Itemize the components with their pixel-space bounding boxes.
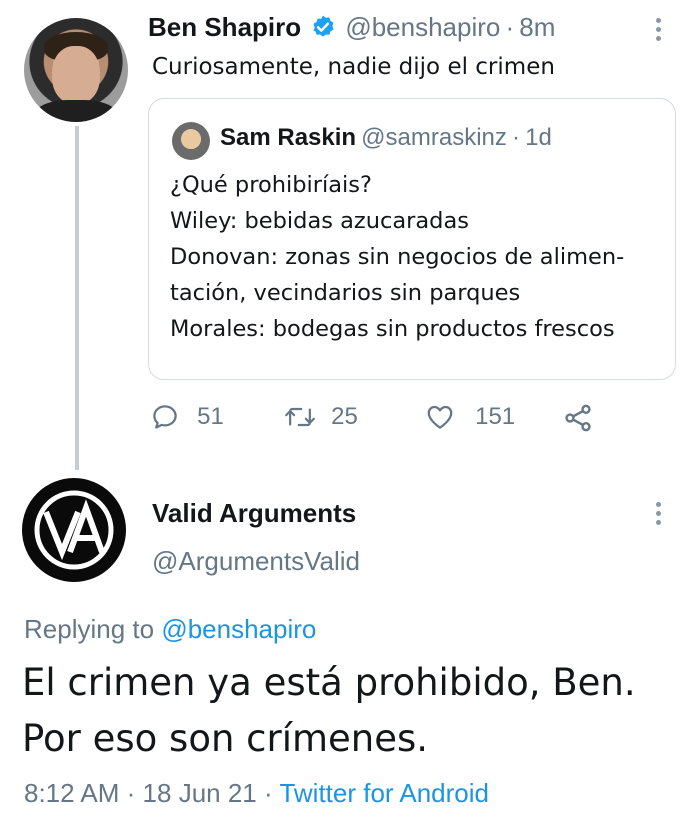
quoted-author-handle: @samraskinz <box>361 124 507 151</box>
reply-date[interactable]: 18 Jun 21 <box>143 778 257 808</box>
avatar-valid-arguments[interactable] <box>22 478 126 582</box>
original-tweet-header: Ben Shapiro @benshapiro · 8m <box>148 12 555 44</box>
quoted-line: Wiley: bebidas azucaradas <box>170 208 469 234</box>
reply-icon <box>153 405 177 429</box>
tweet-time[interactable]: 8m <box>519 12 555 42</box>
avatar-sam-raskin <box>172 122 210 160</box>
author-handle[interactable]: @benshapiro <box>345 12 500 42</box>
va-logo-icon <box>34 490 114 570</box>
reply-source-link[interactable]: Twitter for Android <box>279 778 489 808</box>
reply-button[interactable]: 51 <box>150 402 224 432</box>
avatar-suit <box>34 100 118 122</box>
replying-to-label: Replying to <box>24 614 155 644</box>
quoted-tweet-header: Sam Raskin @samraskinz · 1d <box>220 124 552 152</box>
reply-count: 51 <box>197 403 224 430</box>
reply-metadata: 8:12 AM · 18 Jun 21 · Twitter for Androi… <box>24 778 489 809</box>
reply-author-name[interactable]: Valid Arguments <box>152 498 356 529</box>
thread-connector-line <box>75 126 79 470</box>
retweet-button[interactable]: 25 <box>284 402 358 432</box>
like-count: 151 <box>475 403 516 430</box>
separator: · <box>264 778 273 808</box>
retweet-icon <box>285 407 315 427</box>
original-tweet-text: Curiosamente, nadie dijo el crimen <box>152 54 555 80</box>
share-button[interactable] <box>562 402 594 438</box>
reply-author-handle[interactable]: @ArgumentsValid <box>152 546 360 577</box>
separator: · <box>512 124 520 151</box>
quoted-tweet-time: 1d <box>525 124 552 151</box>
avatar-ben-shapiro[interactable] <box>24 18 128 122</box>
replying-to-line: Replying to @benshapiro <box>24 614 316 645</box>
separator: · <box>505 12 515 42</box>
reply-text-line: Por eso son crímenes. <box>22 717 429 760</box>
reply-time[interactable]: 8:12 AM <box>24 778 119 808</box>
quoted-author-name: Sam Raskin <box>220 124 357 151</box>
like-button[interactable]: 151 <box>424 402 515 432</box>
quoted-line: Donovan: zonas sin negocios de alimen- <box>170 244 625 270</box>
separator: · <box>126 778 136 808</box>
more-options-icon[interactable] <box>656 502 662 529</box>
avatar-face <box>52 46 100 104</box>
retweet-count: 25 <box>331 403 358 430</box>
more-options-icon[interactable] <box>656 18 662 45</box>
heart-icon <box>427 405 453 429</box>
author-name[interactable]: Ben Shapiro <box>148 12 301 42</box>
replying-to-link[interactable]: @benshapiro <box>161 614 316 644</box>
quoted-line: Morales: bodegas sin productos frescos <box>170 316 615 342</box>
quoted-line: ¿Qué prohibiríais? <box>170 172 372 198</box>
verified-badge-icon <box>310 14 336 44</box>
quoted-line: tación, vecindarios sin parques <box>170 280 521 306</box>
share-icon <box>565 404 591 432</box>
reply-text-line: El crimen ya está prohibido, Ben. <box>22 661 636 704</box>
